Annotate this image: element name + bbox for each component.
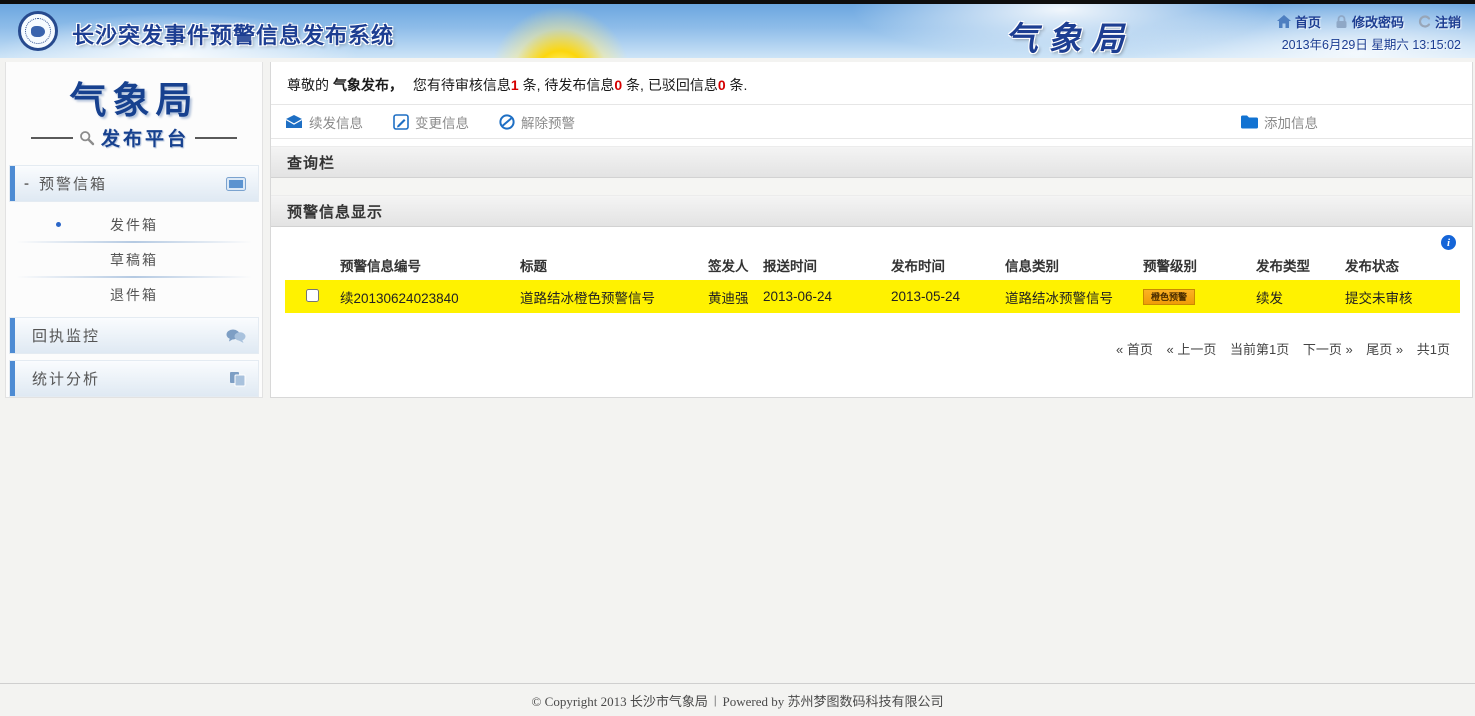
pagination-current: 当前第1页 bbox=[1230, 342, 1289, 357]
warning-table-area: i 预警信息编号 标题 签发人 报送时间 发布时间 信息类别 预警级别 发布类型 bbox=[271, 227, 1472, 358]
copyright-text: © Copyright 2013 长沙市气象局 bbox=[532, 691, 708, 710]
sidebar-item-outbox[interactable]: 发件箱 bbox=[16, 208, 252, 241]
brand-rule-left bbox=[31, 137, 73, 139]
sidebar: 气象局 发布平台 - 预警信箱 发件箱 草稿箱 bbox=[5, 62, 263, 398]
sidebar-item-drafts[interactable]: 草稿箱 bbox=[16, 243, 252, 276]
cell-title: 道路结冰橙色预警信号 bbox=[520, 280, 708, 313]
item-accent-bar bbox=[10, 318, 15, 353]
col-header-id: 预警信息编号 bbox=[340, 250, 520, 280]
powered-by-text: Powered by 苏州梦图数码科技有限公司 bbox=[722, 691, 943, 710]
sidebar-brand-title: 气象局 bbox=[6, 70, 262, 124]
table-row[interactable]: 续20130624023840 道路结冰橙色预警信号 黄迪强 2013-06-2… bbox=[285, 280, 1460, 313]
header-checkbox-col bbox=[285, 250, 340, 280]
col-header-title: 标题 bbox=[520, 250, 708, 280]
query-bar-header[interactable]: 查询栏 bbox=[271, 146, 1472, 178]
sidebar-item-statistics[interactable]: 统计分析 bbox=[9, 360, 259, 397]
app-header: 长沙突发事件预警信息发布系统 气象局 首页 修改密码 注销 2013年6月29日… bbox=[0, 4, 1475, 58]
cell-submit-time: 2013-06-24 bbox=[763, 280, 891, 313]
copy-pages-icon bbox=[229, 371, 246, 387]
search-icon bbox=[79, 130, 95, 146]
col-header-publish-time: 发布时间 bbox=[891, 250, 1005, 280]
resend-info-button[interactable]: 续发信息 bbox=[285, 112, 363, 132]
cell-level: 橙色预警 bbox=[1143, 280, 1256, 313]
cell-category: 道路结冰预警信号 bbox=[1005, 280, 1143, 313]
row-checkbox[interactable] bbox=[306, 289, 319, 302]
current-datetime: 2013年6月29日 星期六 13:15:02 bbox=[1282, 34, 1461, 53]
table-header-row: 预警信息编号 标题 签发人 报送时间 发布时间 信息类别 预警级别 发布类型 发… bbox=[285, 250, 1460, 280]
pending-review-count: 1 bbox=[511, 77, 519, 93]
envelope-icon bbox=[285, 115, 303, 129]
sidebar-item-warning-box[interactable]: - 预警信箱 bbox=[9, 165, 259, 202]
info-row: i bbox=[285, 231, 1458, 250]
section-gap bbox=[271, 178, 1472, 195]
header-nav: 首页 修改密码 注销 bbox=[1277, 12, 1461, 31]
row-checkbox-cell bbox=[285, 280, 340, 313]
brand-rule-right bbox=[195, 137, 237, 139]
sidebar-menu: - 预警信箱 发件箱 草稿箱 退件箱 回执监控 bbox=[6, 165, 262, 397]
col-header-level: 预警级别 bbox=[1143, 250, 1256, 280]
col-header-publish-type: 发布类型 bbox=[1256, 250, 1345, 280]
cell-warning-id: 续20130624023840 bbox=[340, 280, 520, 313]
col-header-publish-status: 发布状态 bbox=[1345, 250, 1460, 280]
mailbox-monitor-icon bbox=[226, 177, 246, 191]
add-info-button[interactable]: 添加信息 bbox=[1240, 112, 1318, 132]
warning-display-header[interactable]: 预警信息显示 bbox=[271, 195, 1472, 227]
sidebar-brand-subtitle: 发布平台 bbox=[101, 124, 189, 151]
greeting-message: 尊敬的气象发布， 您有待审核信息1 条, 待发布信息0 条, 已驳回信息0 条. bbox=[271, 62, 1472, 104]
warning-box-submenu: 发件箱 草稿箱 退件箱 bbox=[16, 208, 252, 311]
pagination: « 首页 « 上一页 当前第1页 下一页 » 尾页 » 共1页 bbox=[285, 313, 1458, 358]
pending-publish-count: 0 bbox=[614, 77, 622, 93]
info-icon[interactable]: i bbox=[1441, 235, 1456, 250]
cell-publish-time: 2013-05-24 bbox=[891, 280, 1005, 313]
chat-bubbles-icon bbox=[226, 328, 246, 343]
system-title: 长沙突发事件预警信息发布系统 bbox=[72, 18, 394, 50]
footer: © Copyright 2013 长沙市气象局 | Powered by 苏州梦… bbox=[0, 683, 1475, 716]
sidebar-item-receipt-monitor[interactable]: 回执监控 bbox=[9, 317, 259, 354]
active-bullet-icon bbox=[56, 222, 61, 227]
col-header-category: 信息类别 bbox=[1005, 250, 1143, 280]
cell-publish-status: 提交未审核 bbox=[1345, 280, 1460, 313]
item-accent-bar bbox=[10, 166, 15, 201]
pagination-total: 共1页 bbox=[1417, 342, 1450, 357]
sidebar-item-returned[interactable]: 退件箱 bbox=[16, 278, 252, 311]
pagination-last[interactable]: 尾页 » bbox=[1366, 342, 1403, 357]
change-password-link[interactable]: 修改密码 bbox=[1335, 12, 1404, 31]
ban-icon bbox=[499, 114, 515, 130]
logout-icon bbox=[1418, 15, 1431, 28]
cell-issuer: 黄迪强 bbox=[708, 280, 763, 313]
home-icon bbox=[1277, 15, 1291, 28]
sidebar-brand-subtitle-row: 发布平台 bbox=[6, 124, 262, 151]
cell-publish-type: 续发 bbox=[1256, 280, 1345, 313]
col-header-issuer: 签发人 bbox=[708, 250, 763, 280]
footer-divider: | bbox=[714, 692, 717, 708]
folder-icon bbox=[1240, 115, 1258, 129]
pagination-first[interactable]: « 首页 bbox=[1116, 342, 1153, 357]
lock-icon bbox=[1335, 15, 1348, 29]
warning-info-table: 预警信息编号 标题 签发人 报送时间 发布时间 信息类别 预警级别 发布类型 发… bbox=[285, 250, 1460, 313]
rejected-count: 0 bbox=[718, 77, 726, 93]
main-content: 尊敬的气象发布， 您有待审核信息1 条, 待发布信息0 条, 已驳回信息0 条.… bbox=[270, 62, 1473, 398]
bureau-emblem-logo bbox=[18, 11, 58, 51]
home-link[interactable]: 首页 bbox=[1277, 12, 1321, 31]
logout-link[interactable]: 注销 bbox=[1418, 12, 1461, 31]
edit-pencil-icon bbox=[393, 114, 409, 130]
change-info-button[interactable]: 变更信息 bbox=[393, 112, 469, 132]
cancel-warning-button[interactable]: 解除预警 bbox=[499, 112, 575, 132]
item-accent-bar bbox=[10, 361, 15, 396]
collapse-indicator: - bbox=[24, 175, 31, 192]
warning-level-badge: 橙色预警 bbox=[1143, 289, 1195, 305]
action-toolbar: 续发信息 变更信息 解除预警 添加信息 bbox=[271, 104, 1472, 139]
spacer bbox=[271, 139, 1472, 146]
bureau-name: 气象局 bbox=[1005, 12, 1134, 58]
pagination-prev[interactable]: « 上一页 bbox=[1167, 342, 1217, 357]
pagination-next[interactable]: 下一页 » bbox=[1303, 342, 1353, 357]
current-username: 气象发布， bbox=[333, 77, 403, 93]
col-header-submit-time: 报送时间 bbox=[763, 250, 891, 280]
